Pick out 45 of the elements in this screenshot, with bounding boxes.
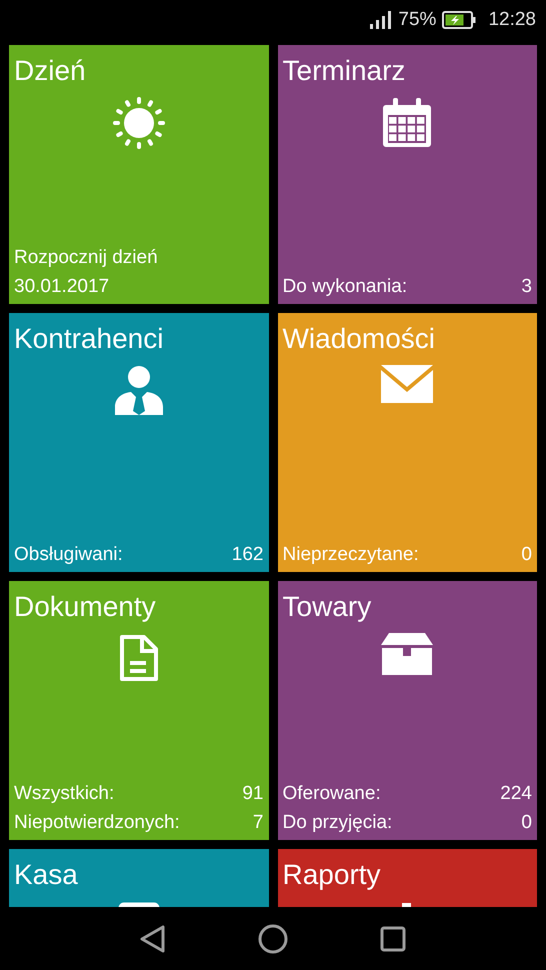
battery-percent: 75% [398,8,436,32]
tile-label: Niepotwierdzonych: [14,811,180,835]
battery-icon [442,11,476,29]
tile-label: Do wykonania: [282,275,408,299]
tile-label: Nieprzeczytane: [282,543,419,567]
recent-apps-icon[interactable] [380,926,406,952]
home-icon[interactable] [258,924,288,954]
person-icon [112,365,165,415]
tile-label: Wszystkich: [14,782,114,806]
tile-label: Oferowane: [282,782,381,806]
tile[interactable]: Dokumenty Wszystkich: 91 Niepotwierdzonych: 7 [9,581,268,840]
box-icon [381,633,434,675]
document-icon [118,633,160,683]
tile-count: 0 [521,811,532,835]
back-icon[interactable] [140,924,166,952]
tile-title: Kontrahenci [14,322,164,356]
tile-label: Rozpocznij dzień [14,246,158,270]
tile[interactable]: Wiadomości Nieprzeczytane: 0 [278,313,537,572]
tile[interactable]: Kontrahenci Obsługiwani: 162 [9,313,268,572]
tile-count: 224 [500,782,532,806]
tile-title: Raporty [282,858,381,892]
clock: 12:28 [488,8,536,32]
tile[interactable]: Terminarz Do wykonania: 3 [278,45,537,304]
tile-count: 0 [521,543,532,567]
tile-title: Towary [282,590,372,624]
tile[interactable]: Raporty [278,849,537,907]
tile-label: Obsługiwani: [14,543,123,567]
tile-count: 91 [242,782,264,806]
signal-icon [370,11,392,29]
envelope-icon [381,365,434,403]
tile-title: Dokumenty [14,590,156,624]
tile-label: 30.01.2017 [14,275,110,299]
tile-label: Do przyjęcia: [282,811,392,835]
tile-count: 7 [252,811,264,835]
tile-count: 3 [521,275,532,299]
calendar-icon [382,97,432,147]
sun-icon [112,97,165,149]
tile-count: 162 [232,543,264,567]
tile-title: Dzień [14,54,86,88]
tile[interactable]: Towary Oferowane: 224 Do przyjęcia: 0 [278,581,537,840]
tile-title: Terminarz [282,54,406,88]
tile[interactable]: Dzień Rozpocznij dzień 30.01.2017 [9,45,268,304]
tile-title: Kasa [14,858,78,892]
tile[interactable]: Kasa [9,849,268,907]
tile-title: Wiadomości [282,322,435,356]
